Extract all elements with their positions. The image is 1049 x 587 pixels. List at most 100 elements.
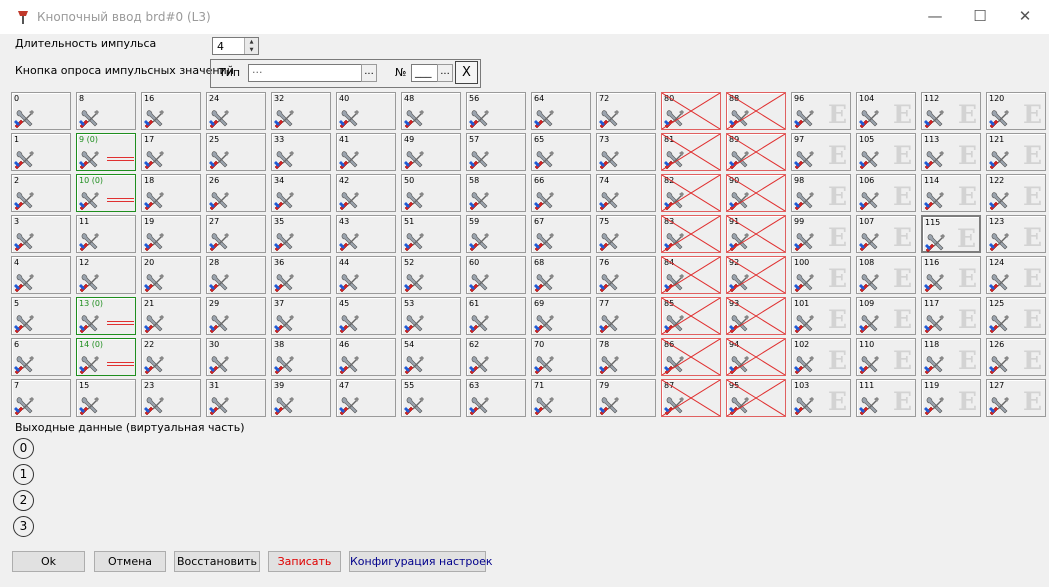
input-button-37[interactable]: 37 [271,297,331,335]
input-button-61[interactable]: 61 [466,297,526,335]
input-button-97[interactable]: 97 E [791,133,851,171]
input-button-23[interactable]: 23 [141,379,201,417]
input-button-100[interactable]: 100 E [791,256,851,294]
output-indicator-2[interactable]: 2 [13,490,34,511]
input-button-18[interactable]: 18 [141,174,201,212]
input-button-82[interactable]: 82 [661,174,721,212]
input-button-33[interactable]: 33 [271,133,331,171]
input-button-85[interactable]: 85 [661,297,721,335]
input-button-52[interactable]: 52 [401,256,461,294]
input-button-91[interactable]: 91 [726,215,786,253]
input-button-101[interactable]: 101 E [791,297,851,335]
pulse-spinbox[interactable]: 4 ▲ ▼ [212,37,259,55]
input-button-71[interactable]: 71 [531,379,591,417]
input-button-114[interactable]: 114 E [921,174,981,212]
input-button-0[interactable]: 0 [11,92,71,130]
pulse-value[interactable]: 4 [217,40,224,53]
input-button-44[interactable]: 44 [336,256,396,294]
input-button-84[interactable]: 84 [661,256,721,294]
input-button-118[interactable]: 118 E [921,338,981,376]
input-button-4[interactable]: 4 [11,256,71,294]
input-button-103[interactable]: 103 E [791,379,851,417]
input-button-92[interactable]: 92 [726,256,786,294]
input-button-124[interactable]: 124 E [986,256,1046,294]
input-button-51[interactable]: 51 [401,215,461,253]
input-button-8[interactable]: 8 [76,92,136,130]
input-button-6[interactable]: 6 [11,338,71,376]
input-button-68[interactable]: 68 [531,256,591,294]
input-button-32[interactable]: 32 [271,92,331,130]
input-button-30[interactable]: 30 [206,338,266,376]
input-button-65[interactable]: 65 [531,133,591,171]
input-button-12[interactable]: 12 [76,256,136,294]
input-button-17[interactable]: 17 [141,133,201,171]
input-button-22[interactable]: 22 [141,338,201,376]
input-button-69[interactable]: 69 [531,297,591,335]
input-button-123[interactable]: 123 E [986,215,1046,253]
input-button-112[interactable]: 112 E [921,92,981,130]
input-button-50[interactable]: 50 [401,174,461,212]
input-button-110[interactable]: 110 E [856,338,916,376]
input-button-45[interactable]: 45 [336,297,396,335]
input-button-77[interactable]: 77 [596,297,656,335]
input-button-64[interactable]: 64 [531,92,591,130]
input-button-74[interactable]: 74 [596,174,656,212]
input-button-31[interactable]: 31 [206,379,266,417]
input-button-87[interactable]: 87 [661,379,721,417]
input-button-72[interactable]: 72 [596,92,656,130]
input-button-66[interactable]: 66 [531,174,591,212]
input-button-2[interactable]: 2 [11,174,71,212]
input-button-113[interactable]: 113 E [921,133,981,171]
input-button-94[interactable]: 94 [726,338,786,376]
input-button-93[interactable]: 93 [726,297,786,335]
ok-button[interactable]: Ok [12,551,85,572]
input-button-20[interactable]: 20 [141,256,201,294]
input-button-28[interactable]: 28 [206,256,266,294]
input-button-79[interactable]: 79 [596,379,656,417]
input-button-3[interactable]: 3 [11,215,71,253]
input-button-106[interactable]: 106 E [856,174,916,212]
write-button[interactable]: Записать [268,551,341,572]
input-button-54[interactable]: 54 [401,338,461,376]
clear-button[interactable]: X [455,61,478,84]
input-button-90[interactable]: 90 [726,174,786,212]
input-button-59[interactable]: 59 [466,215,526,253]
input-button-9[interactable]: 9 (0) [76,133,136,171]
input-button-60[interactable]: 60 [466,256,526,294]
input-button-63[interactable]: 63 [466,379,526,417]
input-button-109[interactable]: 109 E [856,297,916,335]
input-button-121[interactable]: 121 E [986,133,1046,171]
input-button-98[interactable]: 98 E [791,174,851,212]
input-button-7[interactable]: 7 [11,379,71,417]
input-button-24[interactable]: 24 [206,92,266,130]
input-button-29[interactable]: 29 [206,297,266,335]
input-button-96[interactable]: 96 E [791,92,851,130]
input-button-49[interactable]: 49 [401,133,461,171]
input-button-56[interactable]: 56 [466,92,526,130]
input-button-42[interactable]: 42 [336,174,396,212]
input-button-105[interactable]: 105 E [856,133,916,171]
input-button-55[interactable]: 55 [401,379,461,417]
input-button-89[interactable]: 89 [726,133,786,171]
input-button-35[interactable]: 35 [271,215,331,253]
input-button-88[interactable]: 88 [726,92,786,130]
input-button-21[interactable]: 21 [141,297,201,335]
input-button-40[interactable]: 40 [336,92,396,130]
input-button-58[interactable]: 58 [466,174,526,212]
input-button-41[interactable]: 41 [336,133,396,171]
output-indicator-1[interactable]: 1 [13,464,34,485]
input-button-46[interactable]: 46 [336,338,396,376]
input-button-48[interactable]: 48 [401,92,461,130]
input-button-62[interactable]: 62 [466,338,526,376]
input-button-14[interactable]: 14 (0) [76,338,136,376]
input-button-119[interactable]: 119 E [921,379,981,417]
input-button-15[interactable]: 15 [76,379,136,417]
input-button-102[interactable]: 102 E [791,338,851,376]
input-button-16[interactable]: 16 [141,92,201,130]
input-button-27[interactable]: 27 [206,215,266,253]
number-browse-button[interactable]: ... [437,64,453,82]
output-indicator-0[interactable]: 0 [13,438,34,459]
input-button-78[interactable]: 78 [596,338,656,376]
input-button-95[interactable]: 95 [726,379,786,417]
input-button-70[interactable]: 70 [531,338,591,376]
